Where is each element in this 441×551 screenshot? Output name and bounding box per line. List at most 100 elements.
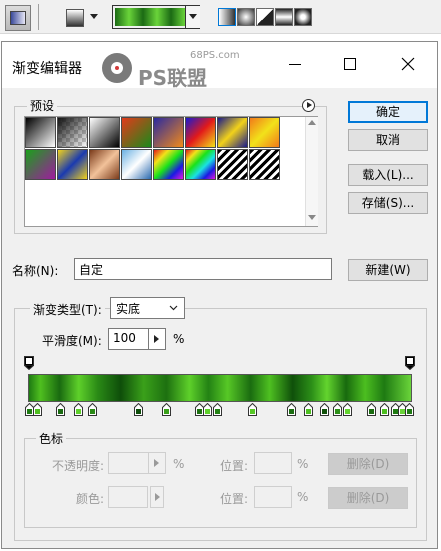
color-stop[interactable]	[203, 402, 212, 416]
watermark-site: 68PS.com	[190, 50, 240, 61]
preset-swatch[interactable]	[25, 149, 56, 180]
opacity-stop-left[interactable]	[24, 356, 34, 371]
color-stop[interactable]	[74, 402, 83, 416]
color-stop[interactable]	[343, 402, 352, 416]
name-field[interactable]: 自定	[74, 258, 332, 280]
preset-swatch[interactable]	[153, 149, 184, 180]
name-label: 名称(N):	[12, 264, 59, 278]
preset-swatch[interactable]	[249, 149, 280, 180]
color-stop[interactable]	[134, 402, 143, 416]
gradient-type-label: 渐变类型(T):	[30, 301, 105, 318]
smoothness-slider-button[interactable]	[148, 329, 165, 349]
radial-gradient-icon[interactable]	[237, 8, 255, 26]
presets-menu-button[interactable]	[302, 99, 315, 112]
title-bar: 渐变编辑器 68PS.com PS联盟	[2, 42, 437, 90]
opacity-location-percent: %	[297, 457, 309, 471]
color-stop[interactable]	[88, 402, 97, 416]
close-icon[interactable]	[400, 56, 416, 72]
gradient-picker-small[interactable]	[64, 7, 100, 27]
color-stop[interactable]	[367, 402, 376, 416]
color-stop[interactable]	[320, 402, 329, 416]
play-icon	[307, 102, 312, 108]
minimize-icon[interactable]	[287, 56, 303, 72]
presets-scrollbar[interactable]	[305, 117, 318, 226]
gradient-preview-swatch	[115, 8, 185, 26]
color-stop[interactable]	[56, 402, 65, 416]
dropdown-arrow-button[interactable]	[185, 6, 200, 28]
opacity-field[interactable]	[108, 452, 166, 474]
color-stop[interactable]	[162, 402, 171, 416]
gradient-type-select[interactable]: 实底	[110, 297, 185, 319]
preset-swatch[interactable]	[89, 149, 120, 180]
preset-swatch[interactable]	[121, 117, 152, 148]
dialog-title: 渐变编辑器	[12, 61, 82, 77]
color-location-field[interactable]	[254, 486, 292, 508]
preset-swatch[interactable]	[217, 149, 248, 180]
color-swatch-field[interactable]	[108, 486, 148, 508]
opacity-percent: %	[173, 457, 185, 471]
color-stop-group	[24, 438, 417, 528]
diamond-gradient-icon[interactable]	[294, 8, 312, 26]
color-stop[interactable]	[248, 402, 257, 416]
ok-button[interactable]: 确定	[348, 101, 428, 123]
toolbar-divider	[38, 4, 39, 30]
opacity-stop-right[interactable]	[405, 356, 415, 371]
color-location-percent: %	[297, 490, 309, 504]
delete-color-stop-button[interactable]: 删除(D)	[328, 487, 408, 509]
preset-swatch[interactable]	[217, 117, 248, 148]
save-button[interactable]: 存储(S)...	[348, 192, 428, 214]
color-label: 颜色:	[76, 492, 105, 506]
opacity-label: 不透明度:	[52, 459, 105, 473]
maximize-icon[interactable]	[342, 56, 358, 72]
delete-opacity-stop-button[interactable]: 删除(D)	[328, 453, 408, 475]
chevron-up-icon[interactable]	[308, 120, 316, 125]
preset-swatch[interactable]	[185, 149, 216, 180]
preset-swatch[interactable]	[57, 117, 88, 148]
preset-swatch[interactable]	[249, 117, 280, 148]
smoothness-percent: %	[173, 332, 185, 346]
reflected-gradient-icon[interactable]	[275, 8, 293, 26]
play-icon	[154, 335, 159, 343]
color-location-label: 位置:	[220, 492, 249, 506]
preset-swatch[interactable]	[121, 149, 152, 180]
opacity-slider-button[interactable]	[148, 453, 165, 473]
gradient-tool-icon[interactable]	[5, 5, 31, 31]
opacity-location-label: 位置:	[220, 459, 249, 473]
color-stop[interactable]	[213, 402, 222, 416]
chevron-down-icon	[90, 14, 98, 19]
gradient-preview-picker[interactable]	[112, 5, 200, 29]
logo-icon	[102, 53, 132, 83]
smoothness-value: 100	[113, 331, 136, 345]
color-stop[interactable]	[304, 402, 313, 416]
smoothness-label: 平滑度(M):	[42, 334, 102, 348]
cancel-button[interactable]: 取消	[348, 129, 428, 151]
gradient-type-value: 实底	[116, 302, 141, 316]
opacity-location-field[interactable]	[254, 452, 292, 474]
presets-grid	[24, 116, 318, 227]
color-stop[interactable]	[333, 402, 342, 416]
chevron-down-icon[interactable]	[308, 215, 316, 220]
color-stop[interactable]	[405, 402, 414, 416]
color-stop[interactable]	[380, 402, 389, 416]
linear-gradient-icon[interactable]	[218, 8, 236, 26]
play-icon	[155, 493, 160, 501]
preset-swatch[interactable]	[185, 117, 216, 148]
preset-swatch[interactable]	[153, 117, 184, 148]
color-stop[interactable]	[287, 402, 296, 416]
preset-swatch[interactable]	[25, 117, 56, 148]
chevron-down-icon	[169, 305, 178, 311]
new-button[interactable]: 新建(W)	[348, 259, 428, 281]
preset-swatch[interactable]	[57, 149, 88, 180]
options-bar	[0, 0, 441, 34]
color-stop[interactable]	[33, 402, 42, 416]
play-icon	[154, 459, 159, 467]
gradient-bar[interactable]	[28, 374, 412, 402]
preset-swatch[interactable]	[89, 117, 120, 148]
chevron-down-icon	[189, 14, 197, 19]
smoothness-field[interactable]: 100	[108, 328, 166, 350]
load-button[interactable]: 载入(L)...	[348, 164, 428, 186]
watermark-brand: PS联盟	[138, 66, 208, 90]
color-picker-button[interactable]	[150, 486, 164, 508]
presets-label: 预设	[27, 97, 58, 114]
angle-gradient-icon[interactable]	[256, 8, 274, 26]
